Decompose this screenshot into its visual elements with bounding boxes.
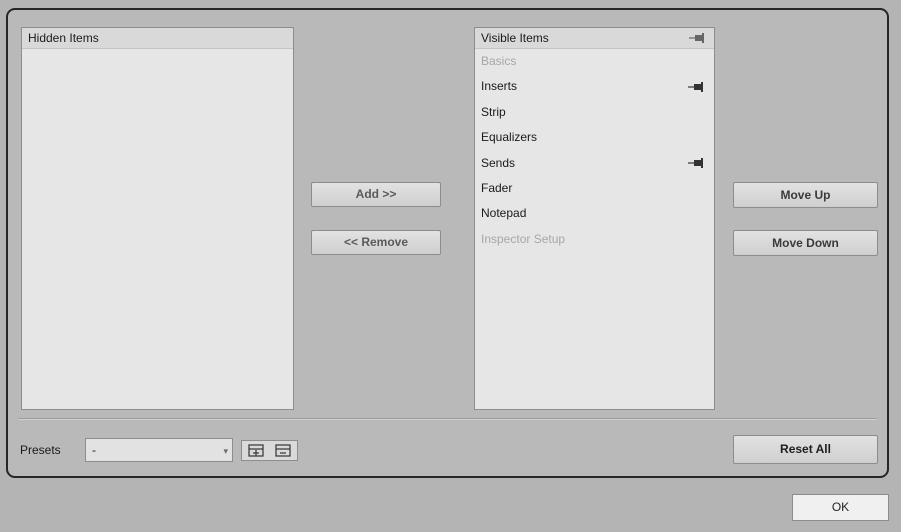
remove-preset-icon[interactable] [275, 444, 291, 457]
list-item[interactable]: Notepad [475, 201, 714, 226]
add-button[interactable]: Add >> [311, 182, 441, 207]
preset-icon-group [241, 440, 298, 461]
ok-button-label: OK [831, 500, 850, 514]
pin-icon[interactable] [688, 158, 706, 169]
list-item[interactable]: Inspector Setup [475, 227, 714, 252]
list-item-label: Inspector Setup [481, 231, 566, 246]
presets-value: - [92, 443, 96, 457]
presets-label: Presets [20, 443, 61, 457]
remove-button-label: << Remove [343, 235, 409, 249]
visible-items-container: Basics Inserts Strip Equalizers Sends Fader No… [475, 49, 714, 252]
list-item-label: Notepad [481, 206, 527, 221]
list-item-label: Basics [481, 54, 517, 68]
list-item[interactable]: Sends [475, 151, 714, 176]
hidden-items-header-label: Hidden Items [28, 31, 99, 45]
visible-items-header-label: Visible Items [481, 31, 549, 45]
pin-icon[interactable] [689, 33, 707, 43]
move-up-button[interactable]: Move Up [733, 182, 878, 208]
hidden-items-list[interactable]: Hidden Items [21, 27, 294, 410]
move-up-button-label: Move Up [780, 188, 831, 202]
list-item-label: Sends [481, 155, 516, 170]
pin-icon[interactable] [688, 82, 706, 93]
ok-button[interactable]: OK [792, 494, 889, 521]
list-item-label: Inserts [481, 79, 518, 94]
add-button-label: Add >> [355, 187, 397, 201]
visible-items-list[interactable]: Visible Items Basics Inserts Strip Equalize… [474, 27, 715, 410]
reset-all-button-label: Reset All [780, 442, 831, 456]
list-item[interactable]: Basics [475, 49, 714, 74]
remove-button[interactable]: << Remove [311, 230, 441, 255]
list-item-label: Fader [481, 180, 513, 195]
reset-all-button[interactable]: Reset All [733, 435, 878, 464]
list-item[interactable]: Inserts [475, 74, 714, 99]
save-preset-icon[interactable] [248, 444, 264, 457]
dialog-frame: Hidden Items Add >> << Remove Visible It… [6, 8, 889, 478]
presets-dropdown[interactable]: - ▾ [85, 438, 233, 462]
divider [18, 418, 877, 420]
list-item[interactable]: Strip [475, 100, 714, 125]
move-down-button[interactable]: Move Down [733, 230, 878, 256]
hidden-items-header: Hidden Items [22, 28, 293, 49]
list-item-label: Equalizers [481, 130, 538, 145]
move-down-button-label: Move Down [772, 236, 839, 250]
list-item-label: Strip [481, 104, 506, 119]
chevron-down-icon: ▾ [223, 446, 228, 456]
list-item[interactable]: Fader [475, 176, 714, 201]
visible-items-header: Visible Items [475, 28, 714, 49]
list-item[interactable]: Equalizers [475, 125, 714, 150]
